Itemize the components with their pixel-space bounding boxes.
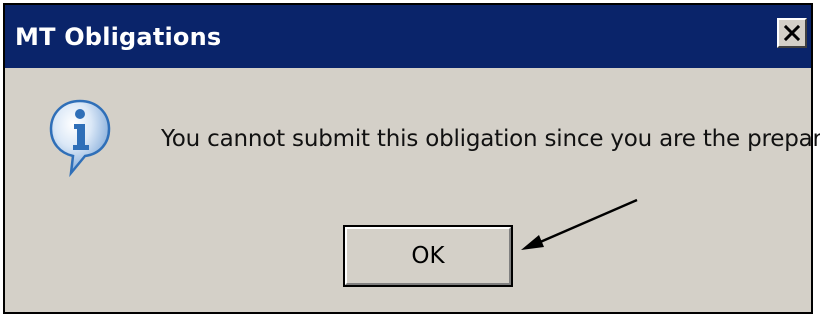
dialog-title: MT Obligations bbox=[15, 23, 222, 51]
dialog-message: You cannot submit this obligation since … bbox=[161, 126, 820, 152]
ok-button-label: OK bbox=[411, 243, 445, 269]
title-bar[interactable]: MT Obligations bbox=[5, 5, 811, 68]
information-icon bbox=[47, 97, 113, 178]
message-dialog: MT Obligations You cannot submit this ob… bbox=[3, 3, 820, 314]
ok-button-face[interactable]: OK bbox=[345, 227, 511, 285]
ok-button[interactable]: OK bbox=[343, 225, 513, 287]
arrow-icon bbox=[521, 198, 638, 250]
close-icon bbox=[783, 24, 801, 42]
close-button[interactable] bbox=[777, 18, 807, 48]
